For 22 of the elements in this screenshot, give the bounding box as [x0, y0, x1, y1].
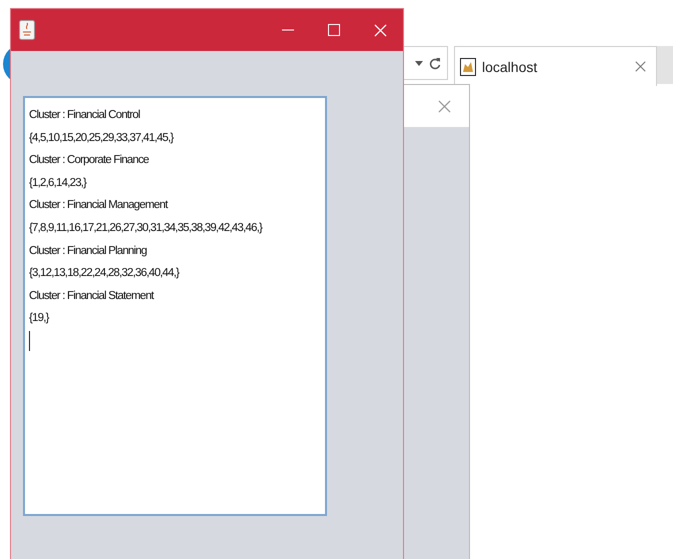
tab-strip [657, 46, 673, 84]
text-line: {3,12,13,18,22,24,28,32,36,40,44,} [29, 266, 180, 282]
text-line: {1,2,6,14,23,} [29, 176, 88, 191]
browser-tab[interactable]: localhost [454, 46, 657, 86]
close-icon [374, 24, 386, 36]
text-line: {4,5,10,15,20,25,29,33,37,41,45,} [29, 130, 175, 146]
text-line: Cluster : Financial Control [29, 108, 141, 123]
text-line: {7,8,9,11,16,17,21,26,27,30,31,34,35,38,39,42,43,46,} [29, 220, 264, 236]
tab-close-icon [635, 61, 646, 72]
text-cursor [29, 330, 30, 351]
text-line: Cluster : Corporate Finance [29, 153, 150, 168]
text-line: {19,} [29, 311, 50, 326]
tab-title: localhost [482, 58, 538, 74]
refresh-icon[interactable] [429, 56, 441, 70]
minimize-icon [282, 29, 294, 31]
dropdown-caret-icon[interactable] [415, 60, 423, 66]
text-line: Cluster : Financial Statement [29, 288, 155, 304]
text-line: Cluster : Financial Planning [29, 244, 148, 259]
text-line: Cluster : Financial Management [29, 198, 169, 214]
text-area[interactable] [23, 96, 327, 516]
maximize-icon [328, 24, 340, 36]
close-icon [438, 100, 451, 112]
